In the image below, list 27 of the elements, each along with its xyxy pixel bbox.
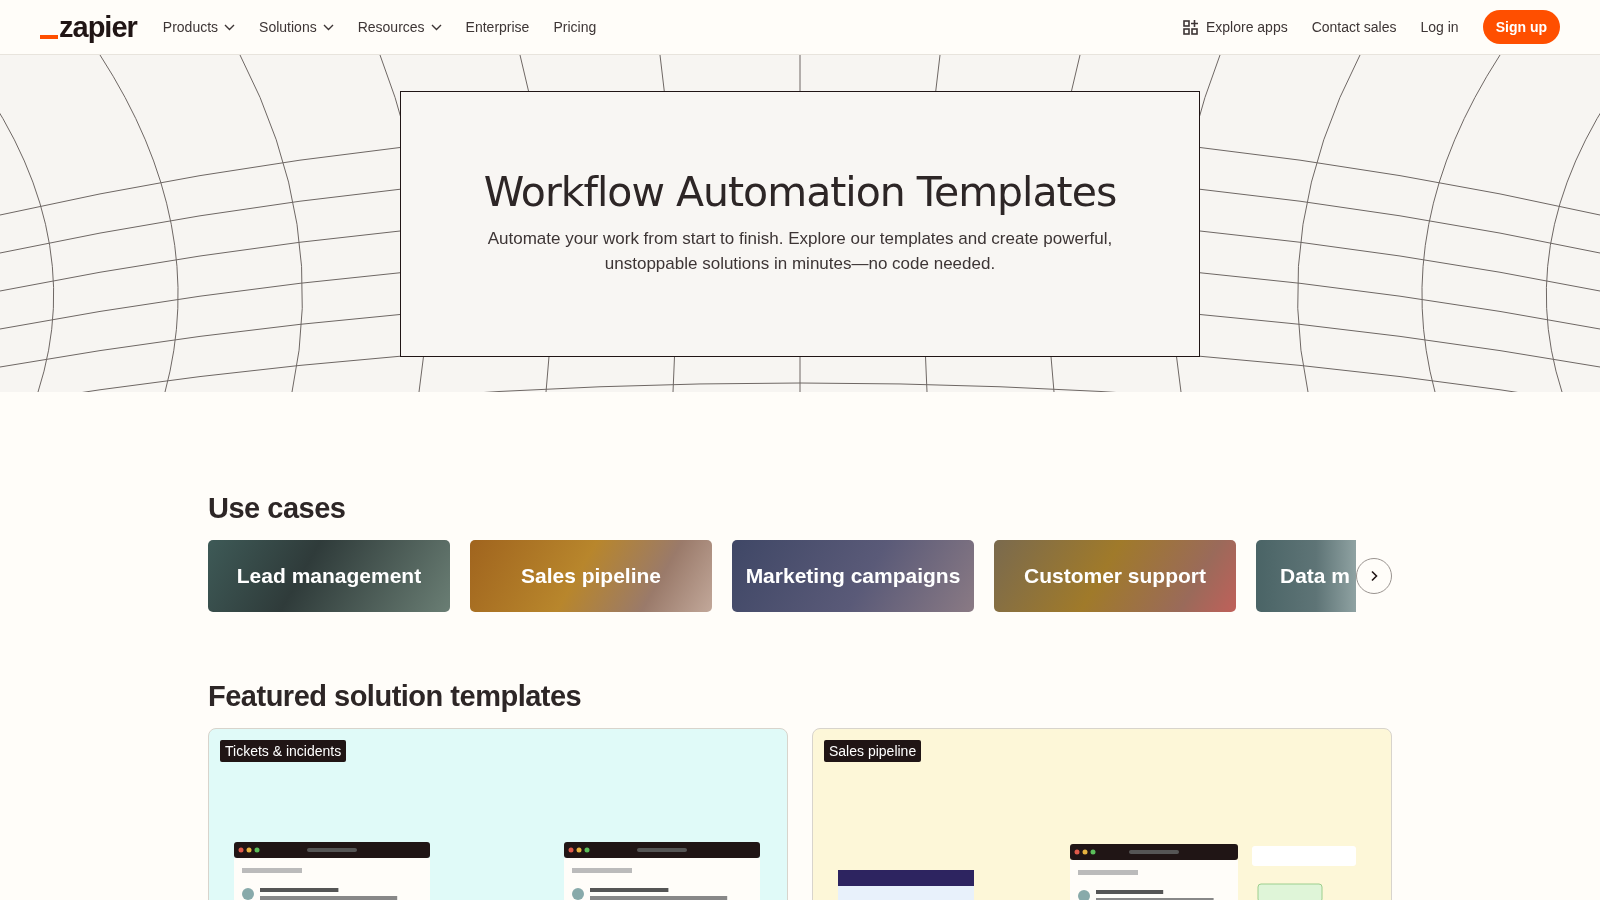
- login-link[interactable]: Log in: [1420, 19, 1459, 35]
- chevron-down-icon: [224, 23, 236, 31]
- use-case-card[interactable]: Customer support: [994, 540, 1236, 612]
- hero-title: Workflow Automation Templates: [483, 168, 1117, 216]
- section-heading: Featured solution templates: [208, 680, 583, 713]
- hero-subtitle: Automate your work from start to finish. Explore our templates and create powerful, unstoppable solutions in minutes—no code needed.: [486, 228, 1114, 275]
- nav-menu-item[interactable]: Resources: [357, 19, 442, 35]
- apps-grid-icon: [1182, 19, 1198, 35]
- section-heading: Use cases: [208, 492, 347, 525]
- chevron-down-icon: [322, 23, 334, 31]
- contact-sales-link[interactable]: Contact sales: [1311, 19, 1397, 35]
- nav-menu-item[interactable]: Enterprise: [465, 19, 530, 35]
- template-card[interactable]: Tickets & incidents: [208, 728, 788, 900]
- use-case-card[interactable]: Sales pipeline: [470, 540, 712, 612]
- explore-apps-link[interactable]: Explore apps: [1182, 19, 1288, 35]
- category-tag: Tickets & incidents: [220, 740, 347, 762]
- template-card[interactable]: Sales pipeline: [812, 728, 1392, 900]
- use-case-card[interactable]: Lead management: [208, 540, 450, 612]
- zapier-logo[interactable]: zapier: [40, 10, 137, 44]
- nav-menu-item[interactable]: Products: [162, 19, 236, 35]
- next-arrow-button[interactable]: [1356, 558, 1392, 594]
- chevron-down-icon: [430, 23, 442, 31]
- category-tag: Sales pipeline: [824, 740, 922, 762]
- nav-menu-item[interactable]: Pricing: [553, 19, 597, 35]
- use-case-card[interactable]: Marketing campaigns: [732, 540, 974, 612]
- use-case-card[interactable]: Data m: [1256, 540, 1356, 612]
- nav-menu-item[interactable]: Solutions: [259, 19, 334, 35]
